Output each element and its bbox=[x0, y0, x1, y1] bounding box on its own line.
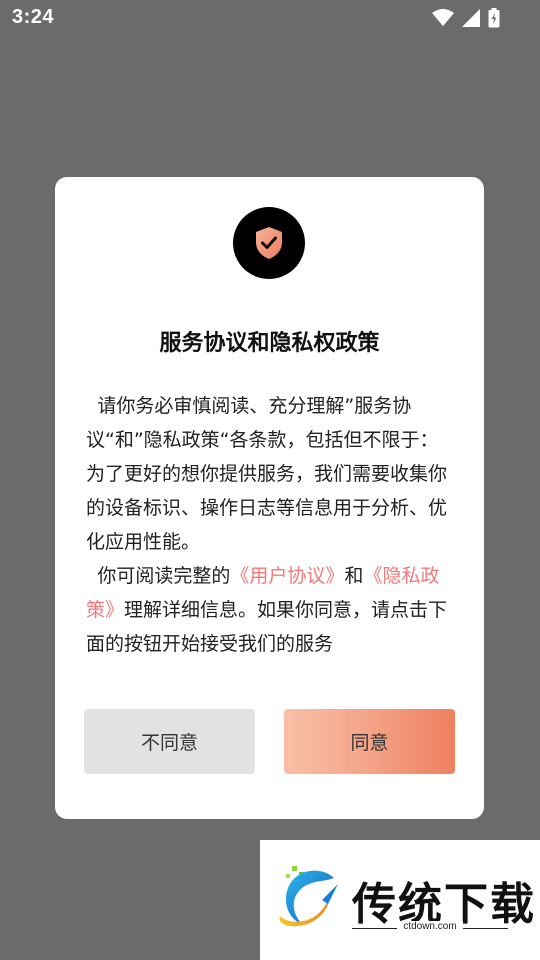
battery-charging-icon bbox=[488, 8, 500, 28]
disagree-button[interactable]: 不同意 bbox=[84, 709, 255, 774]
signal-icon bbox=[462, 9, 480, 27]
paragraph-text-after: 理解详细信息。如果你同意，请点击下面的按钮开始接受我们的服务 bbox=[86, 599, 448, 655]
wifi-icon bbox=[432, 9, 454, 27]
agreement-paragraph: 请你务必审慎阅读、充分理解”服务协议“和”隐私政策“各条款，包括但不限于：为了更… bbox=[86, 395, 448, 553]
paragraph-text-before: 你可阅读完整的 bbox=[97, 565, 231, 587]
privacy-dialog: 服务协议和隐私权政策 请你务必审慎阅读、充分理解”服务协议“和”隐私政策“各条款… bbox=[55, 177, 484, 819]
watermark: 传统下载 ctdown.com bbox=[260, 840, 540, 960]
user-agreement-link[interactable]: 《用户协议》 bbox=[230, 565, 344, 587]
read-agreement-paragraph: 你可阅读完整的《用户协议》和《隐私政策》理解详细信息。如果你同意，请点击下面的按… bbox=[86, 559, 456, 661]
paragraph-text-middle: 和 bbox=[344, 565, 364, 587]
status-time: 3:24 bbox=[12, 6, 55, 28]
agree-button[interactable]: 同意 bbox=[284, 709, 455, 774]
watermark-url: ctdown.com bbox=[352, 921, 508, 932]
status-icons bbox=[432, 8, 500, 28]
ctdown-logo-icon bbox=[272, 862, 348, 942]
status-bar: 3:24 bbox=[0, 0, 540, 36]
dialog-body: 请你务必审慎阅读、充分理解”服务协议“和”隐私政策“各条款，包括但不限于：为了更… bbox=[86, 389, 456, 661]
dialog-title: 服务协议和隐私权政策 bbox=[159, 331, 380, 356]
watermark-url-text: ctdown.com bbox=[397, 921, 463, 932]
shield-check-icon bbox=[233, 207, 305, 279]
